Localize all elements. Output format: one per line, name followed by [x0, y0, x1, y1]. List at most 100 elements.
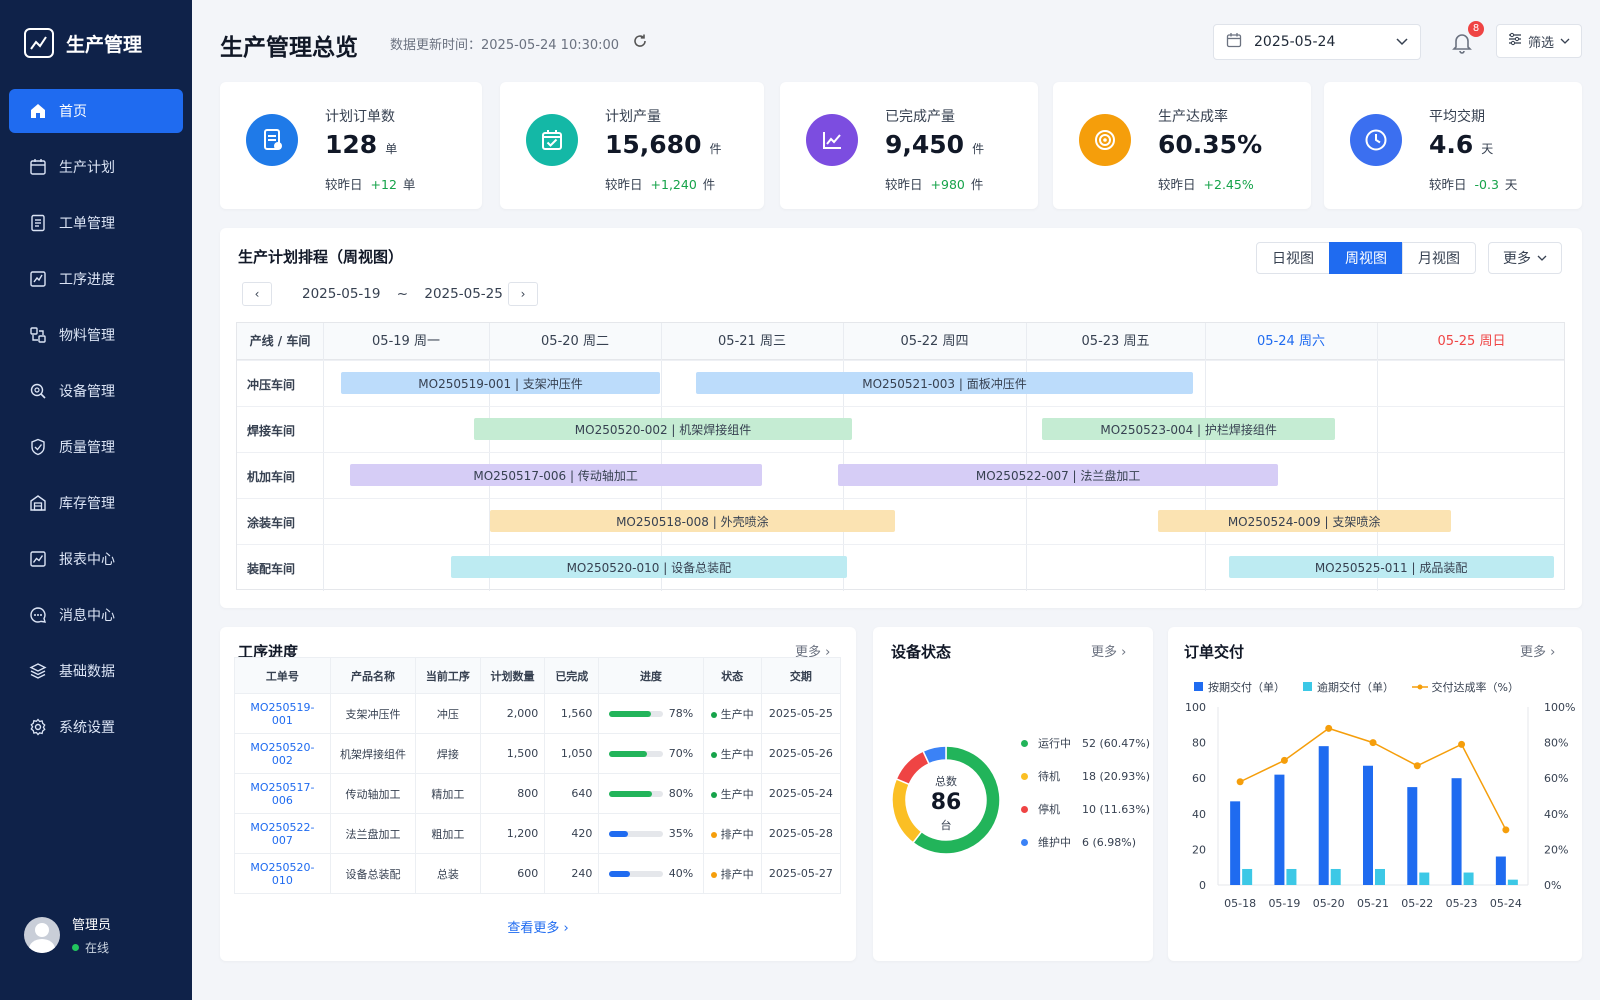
- process-table: 工单号 产品名称 当前工序 计划数量 已完成 进度 状态 交期 MO250519-001 支架…: [234, 657, 842, 894]
- date-picker[interactable]: 2025-05-24: [1213, 24, 1421, 60]
- order-id-link[interactable]: MO250519-001: [234, 693, 331, 734]
- table-row[interactable]: MO250519-001 支架冲压件 冲压 2,000 1,560 78% 生产…: [234, 693, 842, 734]
- chevron-down-icon: [1560, 34, 1570, 49]
- table-row[interactable]: MO250522-007 法兰盘加工 粗加工 1,200 420 35% 排产中…: [234, 813, 842, 854]
- gantt-day-header: 05-23 周五: [1081, 334, 1150, 349]
- sidebar-item-2[interactable]: 工单管理: [9, 201, 183, 245]
- kpi-value-row: 15,680 件: [605, 130, 722, 159]
- progress-cell: 80%: [598, 773, 704, 814]
- product-name: 支架冲压件: [329, 693, 417, 734]
- chevron-left-icon: ‹: [254, 287, 260, 301]
- progress-label: 40%: [668, 867, 694, 880]
- sidebar-item-1[interactable]: 生产计划: [9, 145, 183, 189]
- avatar: [24, 917, 60, 953]
- user-profile[interactable]: 管理员 在线: [24, 914, 111, 956]
- progress-bar: [608, 831, 663, 837]
- kpi-value: 128: [325, 130, 378, 159]
- sidebar-item-0[interactable]: 首页: [9, 89, 183, 133]
- equipment-panel: 设备状态 更多 › 总数 86 台 运行中 52 (60.47%) 待机 18 (20…: [873, 627, 1153, 961]
- kpi-label: 计划订单数: [325, 109, 395, 125]
- sidebar-item-7[interactable]: 库存管理: [9, 481, 183, 525]
- plan-qty: 800: [479, 773, 546, 814]
- order-id-link[interactable]: MO250520-002: [234, 733, 331, 774]
- sidebar-item-10[interactable]: 基础数据: [9, 649, 183, 693]
- sidebar-item-5[interactable]: 设备管理: [9, 369, 183, 413]
- equipment-more-label: 更多: [1091, 645, 1118, 660]
- gantt-corner-label: 产线 / 车间: [249, 334, 311, 348]
- order-id-link[interactable]: MO250522-007: [234, 813, 331, 854]
- gantt-task-bar[interactable]: MO250518-008 | 外壳喷涂: [489, 510, 895, 532]
- gantt-task-bar[interactable]: MO250524-009 | 支架喷涂: [1157, 510, 1451, 532]
- filter-button[interactable]: 筛选: [1496, 24, 1582, 58]
- range-end: 2025-05-25: [424, 286, 503, 302]
- more-dropdown[interactable]: 更多: [1488, 242, 1562, 274]
- gantt-day-header: 05-25 周日: [1437, 334, 1506, 349]
- kpi-compare: 较昨日 +12 单: [325, 174, 415, 193]
- brand: 生产管理: [24, 28, 142, 58]
- gantt-task-bar[interactable]: MO250523-004 | 护栏焊接组件: [1042, 418, 1336, 440]
- progress-bar: [608, 751, 663, 757]
- refresh-icon[interactable]: [632, 33, 648, 49]
- sidebar-item-8[interactable]: 报表中心: [9, 537, 183, 581]
- gantt-grid-vline: [661, 323, 662, 591]
- kpi-delta: +2.45%: [1203, 177, 1254, 192]
- kpi-completed-output-icon: [806, 114, 858, 166]
- gantt-task-bar[interactable]: MO250520-010 | 设备总装配: [450, 556, 847, 578]
- gantt-chart: 产线 / 车间 05-19 周一 05-20 周二 05-21 周三 05-22 周四 0…: [236, 322, 1565, 591]
- sidebar-item-4[interactable]: 物料管理: [9, 313, 183, 357]
- delivery-more-label: 更多: [1520, 645, 1547, 660]
- progress-bar: [608, 791, 663, 797]
- logo-chart-icon: [24, 28, 54, 58]
- equipment-more-link[interactable]: 更多 ›: [1091, 641, 1126, 660]
- user-name: 管理员: [72, 918, 112, 933]
- delivery-chart: 0 20 40 60 80 100 0% 20% 40% 60% 80% 100% 05-18 05-19…: [1185, 701, 1575, 910]
- sidebar-item-9[interactable]: 消息中心: [9, 593, 183, 637]
- table-row[interactable]: MO250520-002 机架焊接组件 焊接 1,500 1,050 70% 生…: [234, 733, 842, 774]
- delivery-more-link[interactable]: 更多 ›: [1520, 641, 1555, 660]
- gantt-task-bar[interactable]: MO250521-003 | 面板冲压件: [695, 372, 1194, 394]
- tab-day-view[interactable]: 日视图: [1256, 242, 1330, 274]
- column-header: 状态: [702, 657, 762, 694]
- tab-week-view[interactable]: 周视图: [1329, 242, 1403, 274]
- kpi-delta: +1,240: [650, 177, 697, 192]
- gantt-task-bar[interactable]: MO250522-007 | 法兰盘加工: [837, 464, 1279, 486]
- tab-month-view[interactable]: 月视图: [1402, 242, 1476, 274]
- sidebar-item-6[interactable]: 质量管理: [9, 425, 183, 469]
- order-id-link[interactable]: MO250517-006: [234, 773, 331, 814]
- chevron-down-icon: [1537, 250, 1547, 266]
- status-cell: 生产中: [702, 773, 762, 814]
- chevron-right-icon: ›: [1550, 645, 1556, 660]
- gantt-grid-hline: [237, 406, 1564, 407]
- current-step: 焊接: [415, 733, 481, 774]
- order-id-link[interactable]: MO250520-010: [234, 853, 331, 894]
- progress-fill: [608, 711, 651, 717]
- equipment-status-value: 6 (6.98%): [1082, 835, 1137, 849]
- equipment-legend-item: 维护中 6 (6.98%): [1021, 834, 1136, 850]
- gantt-day-header: 05-22 周四: [900, 334, 969, 349]
- gantt-task-bar[interactable]: MO250517-006 | 传动轴加工: [349, 464, 762, 486]
- gantt-task-bar[interactable]: MO250525-011 | 成品装配: [1228, 556, 1554, 578]
- kpi-achievement-rate-icon: [1079, 114, 1131, 166]
- gantt-task-bar[interactable]: MO250520-002 | 机架焊接组件: [473, 418, 853, 440]
- kpi-card-completed-output: 已完成产量 9,450 件 较昨日 +980 件: [780, 82, 1038, 209]
- chart-icon: [29, 550, 47, 568]
- next-week-button[interactable]: ›: [508, 282, 538, 306]
- plan-qty: 2,000: [479, 693, 546, 734]
- gantt-grid-vline: [1026, 323, 1027, 591]
- calendar-icon: [1226, 32, 1242, 52]
- gantt-task-bar[interactable]: MO250519-001 | 支架冲压件: [340, 372, 661, 394]
- table-row[interactable]: MO250517-006 传动轴加工 精加工 800 640 80% 生产中 2…: [234, 773, 842, 814]
- table-row[interactable]: MO250520-010 设备总装配 总装 600 240 40% 排产中 20…: [234, 853, 842, 894]
- sidebar-item-3[interactable]: 工序进度: [9, 257, 183, 301]
- delivery-legend: 按期交付（单） 逾期交付（单） 交付达成率（%）: [1194, 679, 1519, 695]
- current-step: 粗加工: [415, 813, 481, 854]
- equipment-status-value: 18 (20.93%): [1082, 769, 1151, 783]
- prev-week-button[interactable]: ‹: [242, 282, 272, 306]
- sidebar-item-label: 物料管理: [59, 328, 115, 344]
- done-qty: 420: [544, 813, 600, 854]
- y-tick-label: 0: [1199, 879, 1206, 892]
- view-more-link[interactable]: 查看更多 ›: [220, 917, 856, 936]
- sidebar-item-11[interactable]: 系统设置: [9, 705, 183, 749]
- due-date: 2025-05-28: [760, 813, 842, 854]
- sidebar-item-label: 质量管理: [59, 440, 115, 456]
